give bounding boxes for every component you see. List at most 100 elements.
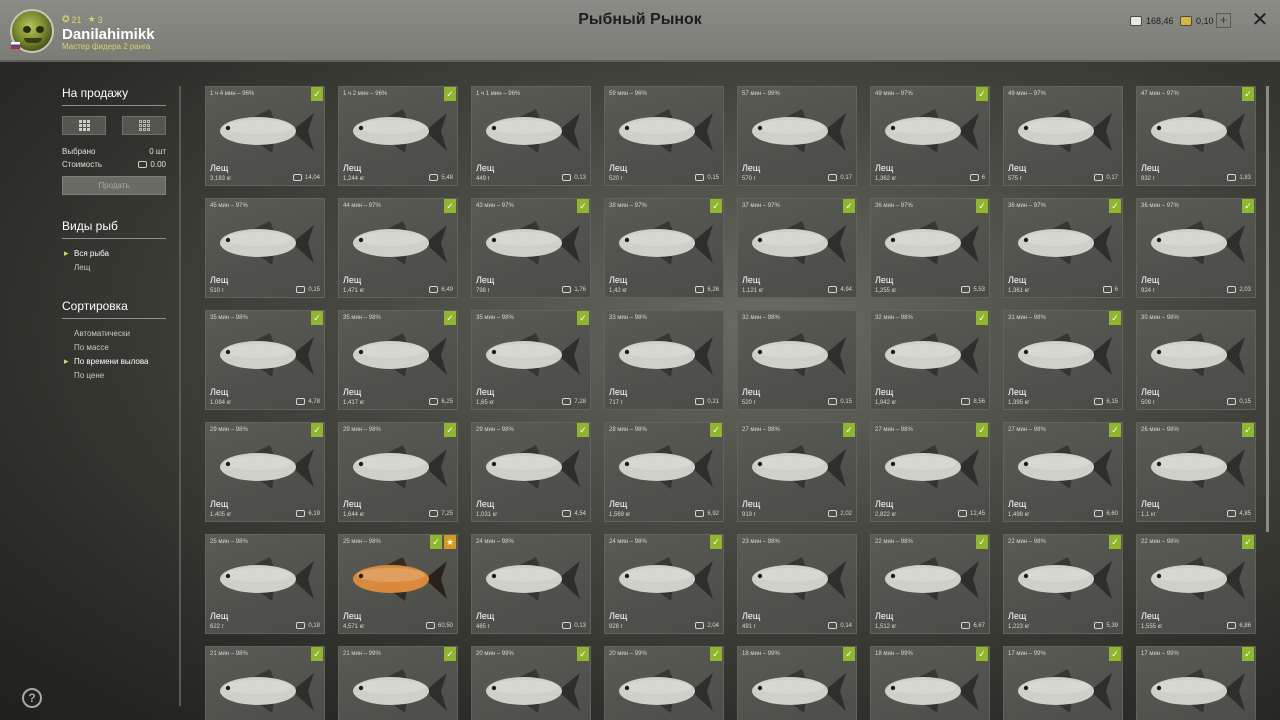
checkmark-icon[interactable]: ✓ [976, 199, 988, 213]
checkmark-icon[interactable]: ✓ [444, 199, 456, 213]
checkmark-icon[interactable]: ✓ [843, 647, 855, 661]
fish-card[interactable]: 35 мин – 98% Лещ 1,65 кг 7,28 ✓ [471, 310, 591, 410]
fish-card[interactable]: 49 мин – 97% Лещ 575 г 0,17 [1003, 86, 1123, 186]
fish-card[interactable]: 24 мин – 98% Лещ 928 г 2,04 ✓ [604, 534, 724, 634]
checkmark-icon[interactable]: ✓ [1242, 199, 1254, 213]
fish-card[interactable]: 22 мин – 98% Лещ 1,555 кг 6,86 ✓ [1136, 534, 1256, 634]
checkmark-icon[interactable]: ✓ [1242, 647, 1254, 661]
sort-option[interactable]: По времени вылова [64, 356, 166, 371]
checkmark-icon[interactable]: ✓ [444, 423, 456, 437]
fish-card[interactable]: 27 мин – 98% Лещ 919 г 2,02 ✓ [737, 422, 857, 522]
fish-card[interactable]: 17 мин – 99%Лещ✓ [1003, 646, 1123, 720]
filter-item[interactable]: Вся рыба [64, 248, 166, 263]
checkmark-icon[interactable]: ✓ [976, 311, 988, 325]
checkmark-icon[interactable]: ✓ [311, 311, 323, 325]
fish-card[interactable]: 27 мин – 98% Лещ 1,498 кг 6,60 ✓ [1003, 422, 1123, 522]
checkmark-icon[interactable]: ✓ [710, 535, 722, 549]
checkmark-icon[interactable]: ✓ [444, 311, 456, 325]
fish-card[interactable]: 49 мин – 97% Лещ 1,362 кг 6 ✓ [870, 86, 990, 186]
fish-card[interactable]: 1 ч 4 мин – 96% Лещ 3,183 кг 14,04 ✓ [205, 86, 325, 186]
fish-card[interactable]: 21 мин – 98%Лещ✓ [205, 646, 325, 720]
fish-card[interactable]: 30 мин – 98% Лещ 509 г 0,15 [1136, 310, 1256, 410]
fish-card[interactable]: 23 мин – 98% Лещ 491 г 0,14 [737, 534, 857, 634]
large-grid-view-button[interactable] [62, 116, 106, 135]
checkmark-icon[interactable]: ✓ [976, 423, 988, 437]
fish-card[interactable]: 18 мин – 99%Лещ✓ [870, 646, 990, 720]
checkmark-icon[interactable]: ✓ [444, 87, 456, 101]
fish-card[interactable]: 35 мин – 98% Лещ 1,084 кг 4,78 ✓ [205, 310, 325, 410]
fish-card[interactable]: 32 мин – 98% Лещ 520 г 0,15 [737, 310, 857, 410]
fish-card[interactable]: 21 мин – 99%Лещ✓ [338, 646, 458, 720]
checkmark-icon[interactable]: ✓ [976, 647, 988, 661]
fish-card[interactable]: 18 мин – 99%Лещ✓ [737, 646, 857, 720]
fish-card[interactable]: 27 мин – 98% Лещ 2,822 кг 12,45 ✓ [870, 422, 990, 522]
small-grid-view-button[interactable] [122, 116, 166, 135]
checkmark-icon[interactable]: ✓ [976, 87, 988, 101]
checkmark-icon[interactable]: ✓ [311, 87, 323, 101]
fish-card[interactable]: 28 мин – 98% Лещ 1,569 кг 6,92 ✓ [604, 422, 724, 522]
fish-card[interactable]: 44 мин – 97% Лещ 1,471 кг 6,49 ✓ [338, 198, 458, 298]
checkmark-icon[interactable]: ✓ [311, 423, 323, 437]
fish-card[interactable]: 36 мин – 97% Лещ 1,361 кг 6 ✓ [1003, 198, 1123, 298]
checkmark-icon[interactable]: ✓ [1242, 87, 1254, 101]
fish-card[interactable]: 24 мин – 98% Лещ 465 г 0,13 [471, 534, 591, 634]
fish-card[interactable]: 29 мин – 98% Лещ 1,644 кг 7,25 ✓ [338, 422, 458, 522]
fish-card[interactable]: 36 мин – 97% Лещ 924 г 2,03 ✓ [1136, 198, 1256, 298]
fish-card[interactable]: 47 мин – 97% Лещ 832 г 1,83 ✓ [1136, 86, 1256, 186]
fish-card[interactable]: 29 мин – 98% Лещ 1,405 кг 6,19 ✓ [205, 422, 325, 522]
fish-card[interactable]: 20 мин – 99%Лещ✓ [604, 646, 724, 720]
fish-card[interactable]: 25 мин – 98% Лещ 4,571 кг 60,50 ★ ✓ [338, 534, 458, 634]
fish-card[interactable]: 1 ч 2 мин – 96% Лещ 1,244 кг 5,48 ✓ [338, 86, 458, 186]
fish-card[interactable]: 43 мин – 97% Лещ 798 г 1,76 ✓ [471, 198, 591, 298]
checkmark-icon[interactable]: ✓ [1242, 423, 1254, 437]
fish-card[interactable]: 38 мин – 97% Лещ 1,42 кг 6,26 ✓ [604, 198, 724, 298]
fish-card[interactable]: 33 мин – 98% Лещ 717 г 0,21 [604, 310, 724, 410]
fish-card[interactable]: 36 мин – 97% Лещ 1,255 кг 5,53 ✓ [870, 198, 990, 298]
checkmark-icon[interactable]: ✓ [1109, 199, 1121, 213]
fish-card[interactable]: 22 мин – 98% Лещ 1,512 кг 6,67 ✓ [870, 534, 990, 634]
checkmark-icon[interactable]: ✓ [577, 311, 589, 325]
checkmark-icon[interactable]: ✓ [444, 647, 456, 661]
fish-card[interactable]: 17 мин – 99%Лещ✓ [1136, 646, 1256, 720]
catch-time: 32 мин – 98% [875, 315, 913, 321]
checkmark-icon[interactable]: ✓ [1109, 311, 1121, 325]
fish-card[interactable]: 1 ч 1 мин – 96% Лещ 449 г 0,13 [471, 86, 591, 186]
checkmark-icon[interactable]: ✓ [577, 423, 589, 437]
checkmark-icon[interactable]: ✓ [843, 199, 855, 213]
fish-card[interactable]: 25 мин – 98% Лещ 622 г 0,18 [205, 534, 325, 634]
fish-card[interactable]: 31 мин – 98% Лещ 1,395 кг 6,15 ✓ [1003, 310, 1123, 410]
checkmark-icon[interactable]: ✓ [1109, 535, 1121, 549]
fish-card[interactable]: 26 мин – 98% Лещ 1,1 кг 4,85 ✓ [1136, 422, 1256, 522]
filter-item[interactable]: Лещ [74, 263, 166, 277]
fish-weight: 1,942 кг [875, 400, 897, 406]
checkmark-icon[interactable]: ✓ [710, 423, 722, 437]
scrollbar[interactable] [1266, 86, 1269, 532]
sort-option[interactable]: По массе [74, 343, 166, 357]
checkmark-icon[interactable]: ✓ [311, 647, 323, 661]
checkmark-icon[interactable]: ✓ [430, 535, 442, 549]
checkmark-icon[interactable]: ✓ [1242, 535, 1254, 549]
close-icon[interactable]: ✕ [1250, 10, 1270, 30]
fish-card[interactable]: 37 мин – 97% Лещ 1,121 кг 4,94 ✓ [737, 198, 857, 298]
fish-card[interactable]: 45 мин – 97% Лещ 510 г 0,15 [205, 198, 325, 298]
fish-card[interactable]: 20 мин – 99%Лещ✓ [471, 646, 591, 720]
add-currency-button[interactable]: + [1216, 13, 1231, 28]
checkmark-icon[interactable]: ✓ [1109, 647, 1121, 661]
sell-button[interactable]: Продать [62, 176, 166, 195]
checkmark-icon[interactable]: ✓ [1109, 423, 1121, 437]
checkmark-icon[interactable]: ✓ [976, 535, 988, 549]
sort-option[interactable]: По цене [74, 371, 166, 385]
checkmark-icon[interactable]: ✓ [710, 199, 722, 213]
fish-card[interactable]: 35 мин – 98% Лещ 1,417 кг 6,25 ✓ [338, 310, 458, 410]
fish-card[interactable]: 59 мин – 96% Лещ 520 г 0,15 [604, 86, 724, 186]
fish-card[interactable]: 22 мин – 98% Лещ 1,223 кг 5,39 ✓ [1003, 534, 1123, 634]
help-icon[interactable]: ? [22, 688, 42, 708]
fish-card[interactable]: 32 мин – 98% Лещ 1,942 кг 8,56 ✓ [870, 310, 990, 410]
checkmark-icon[interactable]: ✓ [577, 647, 589, 661]
fish-card[interactable]: 29 мин – 98% Лещ 1,031 кг 4,54 ✓ [471, 422, 591, 522]
checkmark-icon[interactable]: ✓ [577, 199, 589, 213]
checkmark-icon[interactable]: ✓ [710, 647, 722, 661]
checkmark-icon[interactable]: ✓ [843, 423, 855, 437]
sort-option[interactable]: Автоматически [74, 329, 166, 343]
fish-card[interactable]: 57 мин – 96% Лещ 570 г 0,17 [737, 86, 857, 186]
